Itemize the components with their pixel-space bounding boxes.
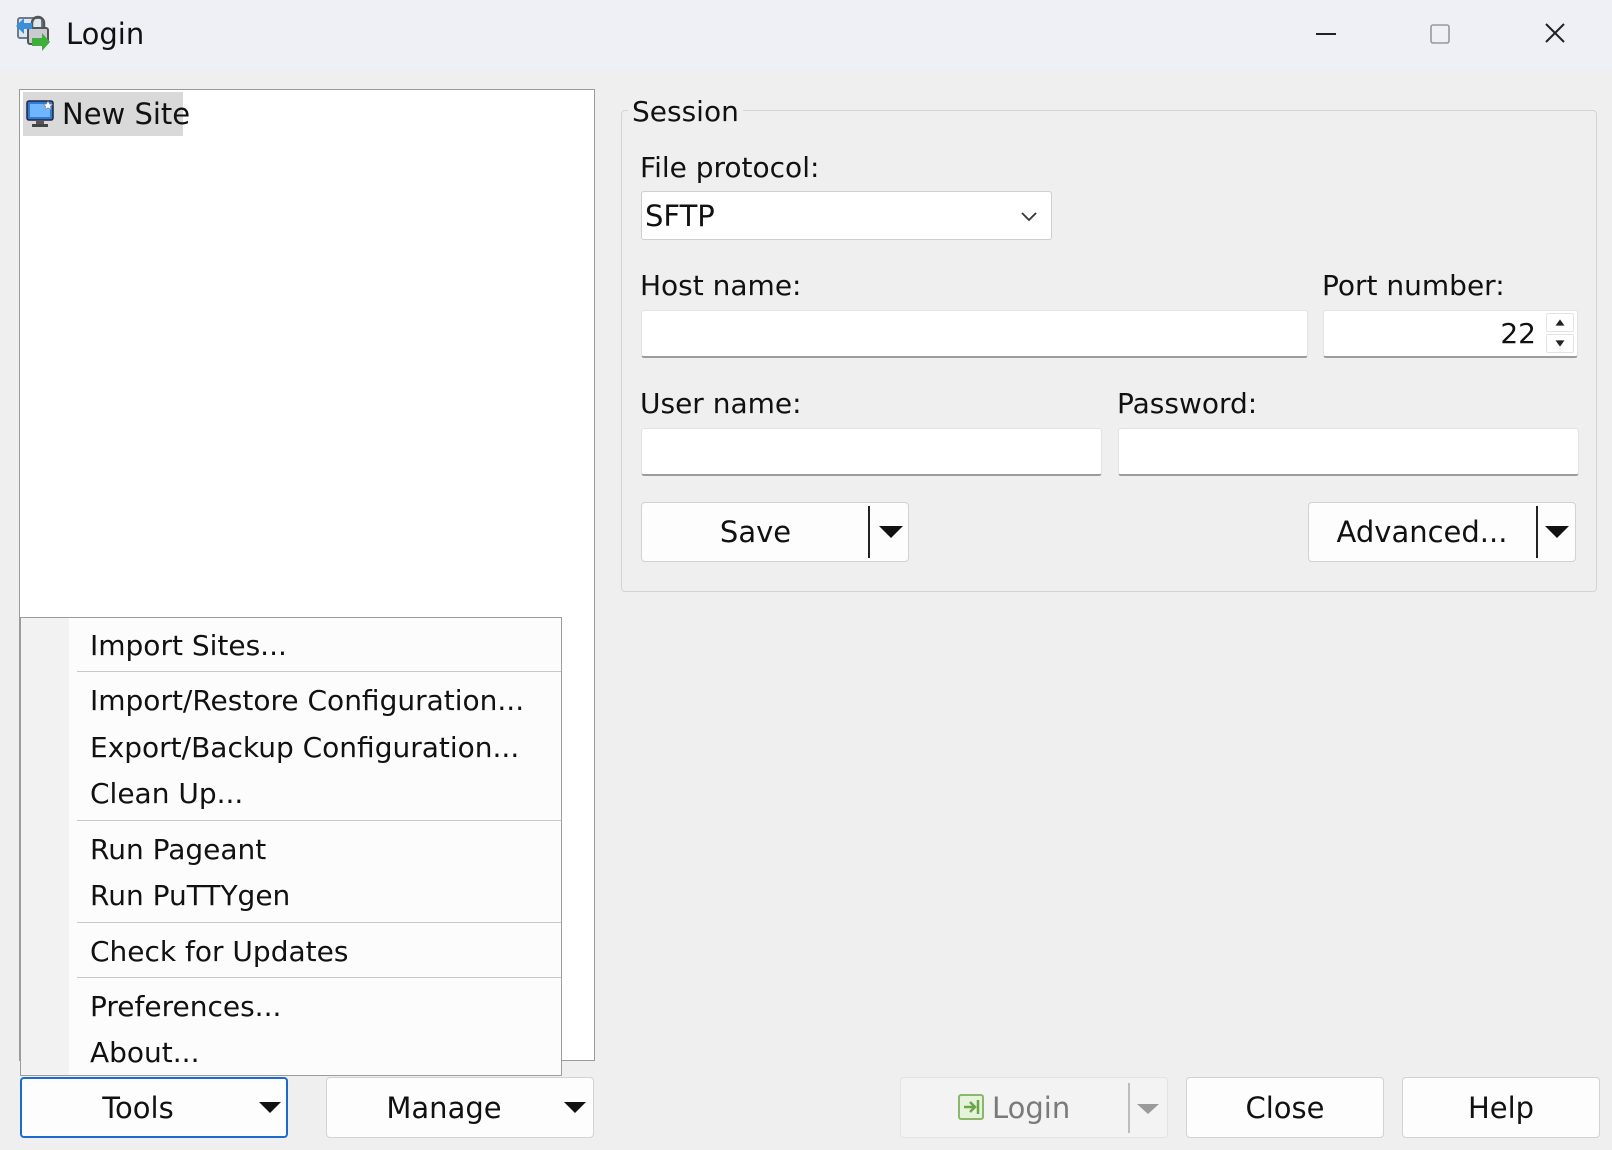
- save-button-label: Save: [719, 515, 792, 549]
- menu-item-import-restore-configuration[interactable]: Import/Restore Configuration...: [90, 683, 524, 719]
- port-number-input[interactable]: [1323, 310, 1578, 358]
- close-button-label: Close: [1245, 1091, 1325, 1125]
- advanced-dropdown-arrow-icon[interactable]: [1544, 524, 1570, 540]
- advanced-split-divider: [1536, 506, 1538, 558]
- menu-gutter: [21, 618, 69, 1075]
- port-number-label: Port number:: [1322, 269, 1505, 302]
- maximize-icon[interactable]: [1400, 8, 1480, 60]
- winscp-login-icon: [16, 15, 50, 51]
- menu-separator: [77, 671, 561, 672]
- tree-item-label: New Site: [62, 97, 191, 131]
- port-number-value: 22: [1500, 317, 1536, 350]
- port-decrement-icon[interactable]: [1546, 334, 1574, 353]
- save-split-divider: [868, 506, 870, 558]
- menu-item-run-pageant[interactable]: Run Pageant: [90, 832, 266, 868]
- login-button-label: Login: [992, 1091, 1071, 1125]
- session-legend: Session: [628, 94, 743, 130]
- menu-item-check-for-updates[interactable]: Check for Updates: [90, 934, 348, 970]
- login-dropdown-arrow-icon[interactable]: [1136, 1102, 1160, 1116]
- new-site-icon: [26, 100, 54, 127]
- password-input[interactable]: [1118, 428, 1579, 476]
- menu-separator: [77, 977, 561, 978]
- minimize-icon[interactable]: [1286, 8, 1366, 60]
- window-title: Login: [66, 17, 145, 51]
- port-increment-icon[interactable]: [1546, 313, 1574, 332]
- advanced-button-label: Advanced...: [1336, 515, 1508, 549]
- menu-item-about[interactable]: About...: [90, 1035, 199, 1071]
- file-protocol-value: SFTP: [645, 199, 715, 233]
- host-name-label: Host name:: [640, 269, 802, 302]
- login-icon: [958, 1094, 984, 1120]
- tools-dropdown-arrow-icon: [259, 1102, 281, 1113]
- login-split-divider: [1128, 1083, 1130, 1133]
- menu-item-clean-up[interactable]: Clean Up...: [90, 776, 243, 812]
- user-name-input[interactable]: [641, 428, 1102, 476]
- chevron-down-icon: [1021, 212, 1037, 222]
- title-bar: [0, 0, 1612, 70]
- menu-separator: [77, 820, 561, 821]
- help-button-label: Help: [1467, 1091, 1535, 1125]
- tools-button-label: Tools: [102, 1091, 174, 1125]
- user-name-label: User name:: [640, 387, 802, 420]
- menu-item-import-sites[interactable]: Import Sites...: [90, 628, 287, 664]
- password-label: Password:: [1117, 387, 1258, 420]
- menu-item-run-puttygen[interactable]: Run PuTTYgen: [90, 878, 290, 914]
- menu-separator: [77, 922, 561, 923]
- menu-item-preferences[interactable]: Preferences...: [90, 989, 281, 1025]
- save-dropdown-arrow-icon[interactable]: [878, 524, 904, 540]
- manage-button-label: Manage: [386, 1091, 502, 1125]
- manage-dropdown-arrow-icon: [564, 1102, 586, 1113]
- host-name-input[interactable]: [641, 310, 1308, 358]
- file-protocol-label: File protocol:: [640, 151, 820, 184]
- menu-item-export-backup-configuration[interactable]: Export/Backup Configuration...: [90, 730, 519, 766]
- close-icon[interactable]: [1514, 8, 1594, 60]
